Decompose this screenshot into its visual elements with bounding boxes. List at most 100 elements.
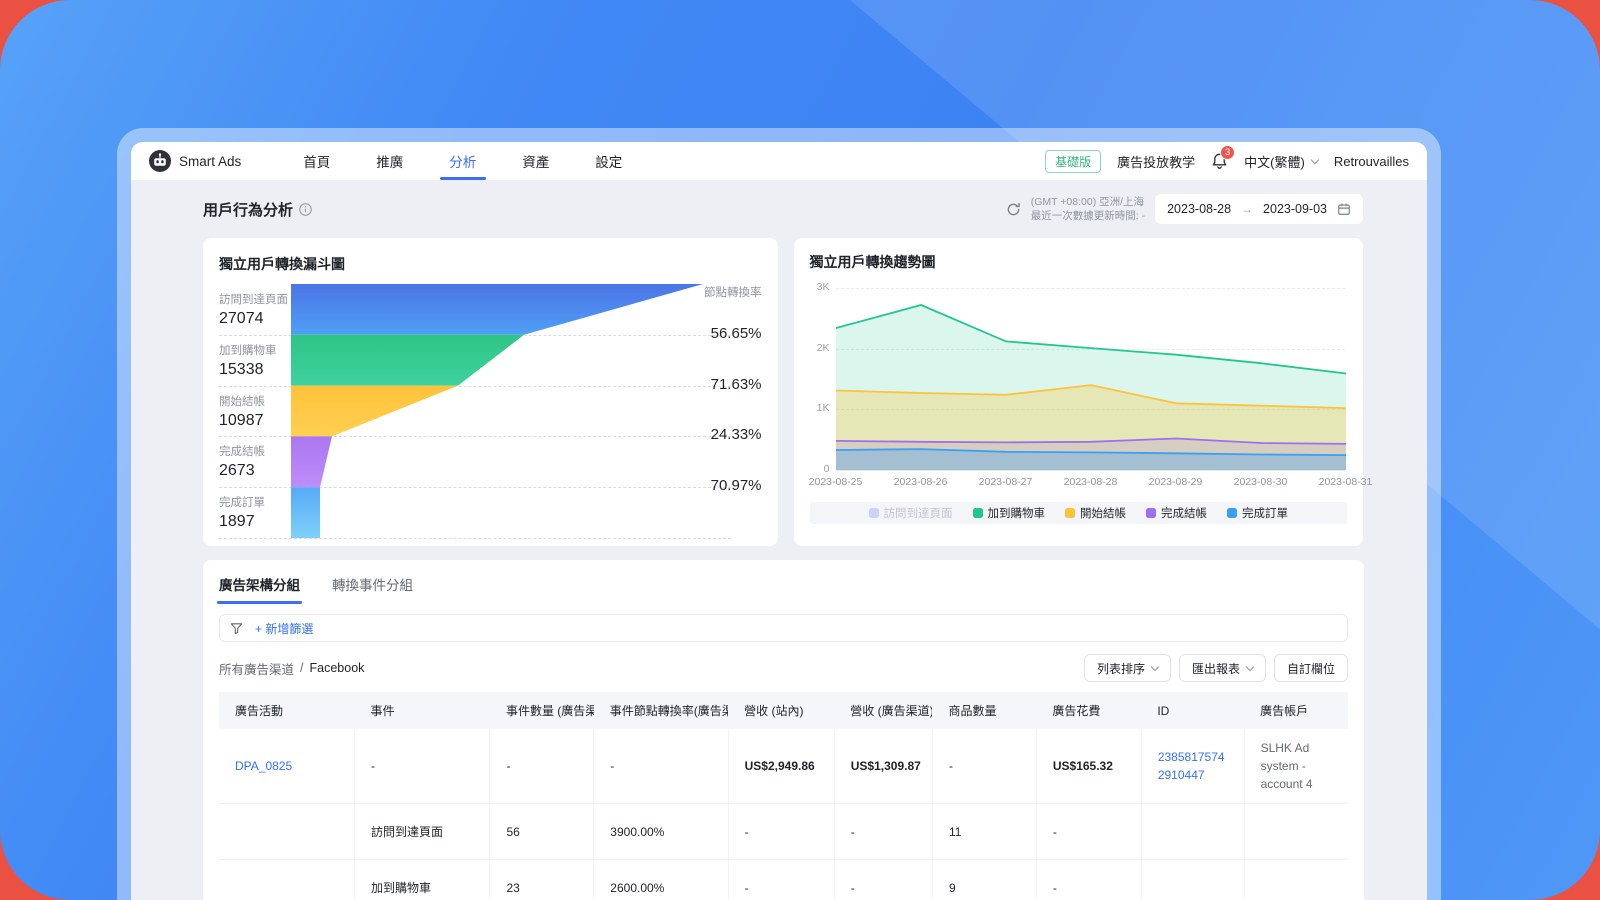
nav-item-3[interactable]: 資產 [522,142,549,180]
tab-1[interactable]: 轉換事件分組 [332,574,413,604]
legend-item[interactable]: 訪問到達頁面 [868,505,953,521]
breadcrumb-root[interactable]: 所有廣告渠道 [219,659,294,678]
y-tick-label: 2K [816,341,830,354]
cell-link[interactable]: DPA_0825 [219,729,355,804]
sort-button[interactable]: 列表排序 [1083,654,1171,682]
funnel-band-2 [291,385,458,437]
breadcrumb-current: Facebook [309,661,365,675]
app-window: Smart Ads 首頁 推廣 分析 資產 設定 基礎版 廣告投放教学 3 中文(繁體 [117,128,1441,900]
notification-count-badge: 3 [1220,145,1236,160]
legend-swatch [1227,508,1237,518]
data-table: 廣告活動事件事件數量 (廣告渠道)事件節點轉換率(廣告渠道)營收 (站內)營收 … [219,692,1348,900]
trend-legend: 訪問到達頁面 加到購物車 開始結帳 完成結帳 完成訂單 [809,502,1347,524]
legend-item[interactable]: 完成訂單 [1227,505,1288,521]
legend-item[interactable]: 加到購物車 [972,505,1045,521]
y-tick-label: 3K [816,281,830,293]
cell-link[interactable]: 23858175742910447 [1140,729,1245,804]
date-range-picker[interactable]: 2023-08-28 → 2023-09-03 [1155,194,1363,224]
funnel-rate-value: 71.63% [710,375,762,393]
legend-item[interactable]: 開始結帳 [1065,505,1126,521]
cell: - [931,729,1037,804]
info-icon[interactable] [299,202,312,216]
cell: 加到購物車 [353,859,490,900]
cell: - [1035,859,1142,900]
notifications-button[interactable]: 3 [1211,145,1236,170]
x-tick-label: 2023-08-26 [893,476,948,488]
y-tick-label: 0 [823,463,830,475]
charts-row: 獨立用戶轉換漏斗圖 訪問到達頁面 27074 加到購物車 15338 開始結帳 10987… [203,238,1373,546]
x-tick-label: 2023-08-28 [1063,476,1118,488]
cell [1243,859,1348,900]
cell: - [727,859,835,900]
column-header: 營收 (站內) [728,692,835,729]
funnel-band-3 [291,436,332,488]
chevron-down-icon [1310,155,1320,165]
language-selector[interactable]: 中文(繁體) [1244,152,1320,171]
refresh-icon[interactable] [1006,202,1021,217]
table-row[interactable]: DPA_0825- - - US$2,949.86 US$1,309.87- US$165… [219,729,1348,804]
cell: 3900.00% [593,803,729,860]
timezone-info: (GMT +08:00) 亞洲/上海 最近一次數據更新時間: - [1030,195,1146,222]
x-tick-label: 2023-08-30 [1233,476,1288,488]
x-axis-line [835,470,1345,471]
brand: Smart Ads [149,150,241,172]
funnel-rate-value: 70.97% [710,477,762,495]
legend-item[interactable]: 完成結帳 [1146,505,1207,521]
cell: 11 [931,803,1037,860]
navbar-right: 基礎版 廣告投放教学 3 中文(繁體) Retrouvailles [1045,145,1409,173]
cell [219,859,355,900]
table-row[interactable]: 訪問到達頁面 56 3900.00% - -11- [219,803,1348,860]
rate-column-header: 節點轉換率 [704,287,762,299]
top-navbar: Smart Ads 首頁 推廣 分析 資產 設定 基礎版 廣告投放教学 3 中文(繁體 [131,142,1427,180]
x-tick-label: 2023-08-31 [1318,476,1373,488]
filter-bar: + 新增篩選 [219,614,1348,642]
table-toolbar: 所有廣告渠道 / Facebook 列表排序 匯出報表 自訂欄位 [219,654,1348,682]
trend-chart: 3K 2K 1K 0 2023-08-25 2023-08-26 2023-08-27 202… [809,280,1373,494]
cell: 23 [489,859,594,900]
nav-item-4[interactable]: 設定 [595,142,622,180]
cell: - [489,729,594,804]
cell: US$165.32 [1035,729,1142,804]
cell: - [593,729,729,804]
add-filter-button[interactable]: + 新增篩選 [255,620,313,637]
chevron-down-icon [1150,662,1160,672]
funnel-gridline [219,538,731,539]
date-arrow: → [1241,202,1254,216]
table-section: 廣告架構分組 轉換事件分組 + 新增篩選 所有廣告渠道 / Facebook 列… [203,560,1364,900]
tab-0[interactable]: 廣告架構分組 [217,574,302,604]
nav-item-2[interactable]: 分析 [449,142,476,180]
breadcrumb: 所有廣告渠道 / Facebook [219,659,364,678]
y-tick-label: 1K [816,402,830,415]
table-row[interactable]: 加到購物車 23 2600.00% - -9- [219,859,1348,900]
date-start: 2023-08-28 [1167,202,1232,216]
app-frame: Smart Ads 首頁 推廣 分析 資產 設定 基礎版 廣告投放教学 3 中文(繁體 [131,142,1427,900]
cell: 9 [931,859,1037,900]
funnel-rate-value: 24.33% [710,426,762,444]
x-tick-label: 2023-08-27 [978,476,1033,488]
language-label: 中文(繁體) [1244,154,1305,170]
page-content: 用戶行為分析 (GMT +08:00) 亞洲/上海 最近一次數據更新時間: - … [131,180,1427,900]
cell: US$2,949.86 [727,729,835,804]
funnel-title: 獨立用戶轉換漏斗圖 [219,256,345,272]
funnel-stage-label: 加到購物車 15338 [219,344,277,378]
cell: - [1035,803,1142,860]
cell: 訪問到達頁面 [353,803,490,860]
plan-badge[interactable]: 基礎版 [1045,149,1102,173]
funnel-stage-label: 開始結帳 10987 [219,395,265,429]
column-header: 商品數量 [932,692,1037,729]
nav-item-1[interactable]: 推廣 [376,142,403,180]
custom-columns-button[interactable]: 自訂欄位 [1273,654,1348,682]
cell: SLHK Ad system - account 4 [1243,729,1348,804]
legend-swatch [1065,508,1075,518]
cell: - [353,729,490,804]
cell: 56 [489,803,594,860]
funnel-band-0 [291,284,703,335]
page-title: 用戶行為分析 [203,201,294,219]
username[interactable]: Retrouvailles [1334,154,1409,169]
column-header: 事件數量 (廣告渠道) [489,692,594,729]
export-button[interactable]: 匯出報表 [1178,654,1266,682]
cell: - [833,803,933,860]
funnel-band-4 [291,487,320,538]
tutorial-link[interactable]: 廣告投放教学 [1117,152,1195,171]
nav-item-0[interactable]: 首頁 [303,142,330,180]
